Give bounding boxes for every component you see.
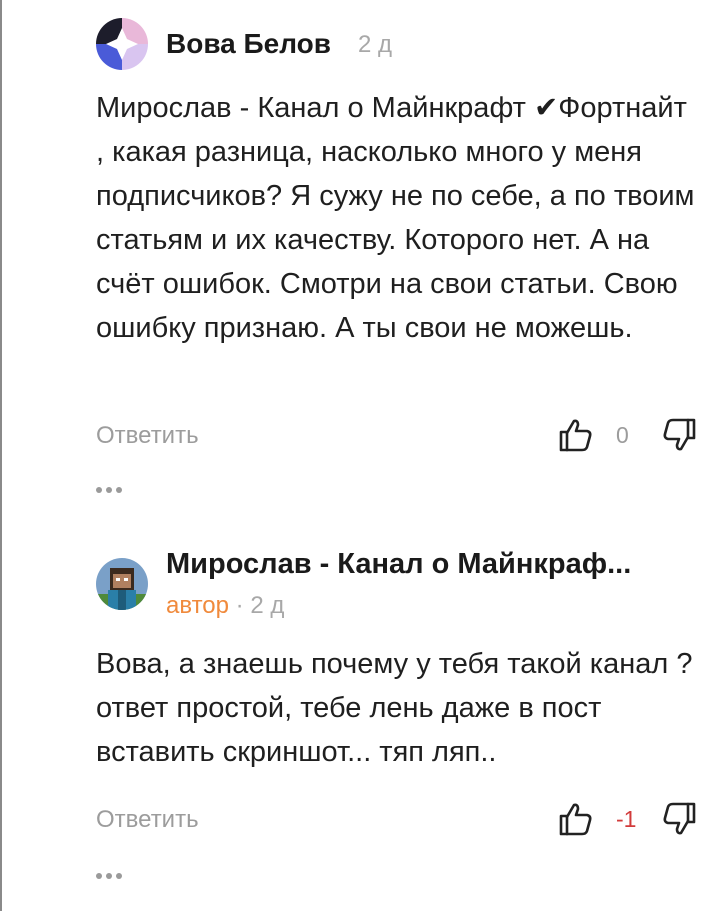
comment-header: Мирослав - Канал о Майнкраф... автор · 2… [96, 530, 696, 619]
author-name[interactable]: Вова Белов [166, 28, 331, 60]
separator: · [235, 592, 244, 619]
comment: Мирослав - Канал о Майнкраф... автор · 2… [96, 530, 696, 879]
author-badge: автор [166, 592, 229, 619]
avatar[interactable] [96, 558, 148, 610]
thumbs-down-icon[interactable] [661, 416, 697, 454]
comments-thread: Вова Белов 2 д Мирослав - Канал о Майнкр… [0, 0, 720, 911]
rating-count: 0 [616, 422, 629, 448]
comment-meta: автор · 2 д [166, 592, 284, 620]
thumbs-up-icon[interactable] [558, 416, 594, 454]
reply-button[interactable]: Ответить [96, 806, 199, 834]
comment-header: Вова Белов 2 д [96, 18, 696, 74]
reply-button[interactable]: Ответить [96, 422, 199, 450]
thumbs-up-icon[interactable] [558, 800, 594, 838]
comment-actions: Ответить 0 [96, 416, 714, 456]
avatar[interactable] [96, 18, 148, 70]
comment-text: Вова, а знаешь почему у тебя такой канал… [96, 648, 693, 768]
more-dots-icon[interactable] [96, 870, 136, 882]
comment-age: 2 д [358, 31, 393, 58]
thumbs-down-icon[interactable] [661, 800, 697, 838]
more-dots-icon[interactable] [96, 484, 136, 496]
comment-text: Мирослав - Канал о Майнкрафт ✔Фортнайт ,… [96, 92, 695, 344]
comment-age: 2 д [250, 592, 285, 619]
comment-actions: Ответить -1 [96, 800, 714, 840]
author-name[interactable]: Мирослав - Канал о Майнкраф... [166, 548, 631, 581]
comment: Вова Белов 2 д Мирослав - Канал о Майнкр… [96, 18, 696, 493]
rating-count: -1 [616, 806, 637, 832]
